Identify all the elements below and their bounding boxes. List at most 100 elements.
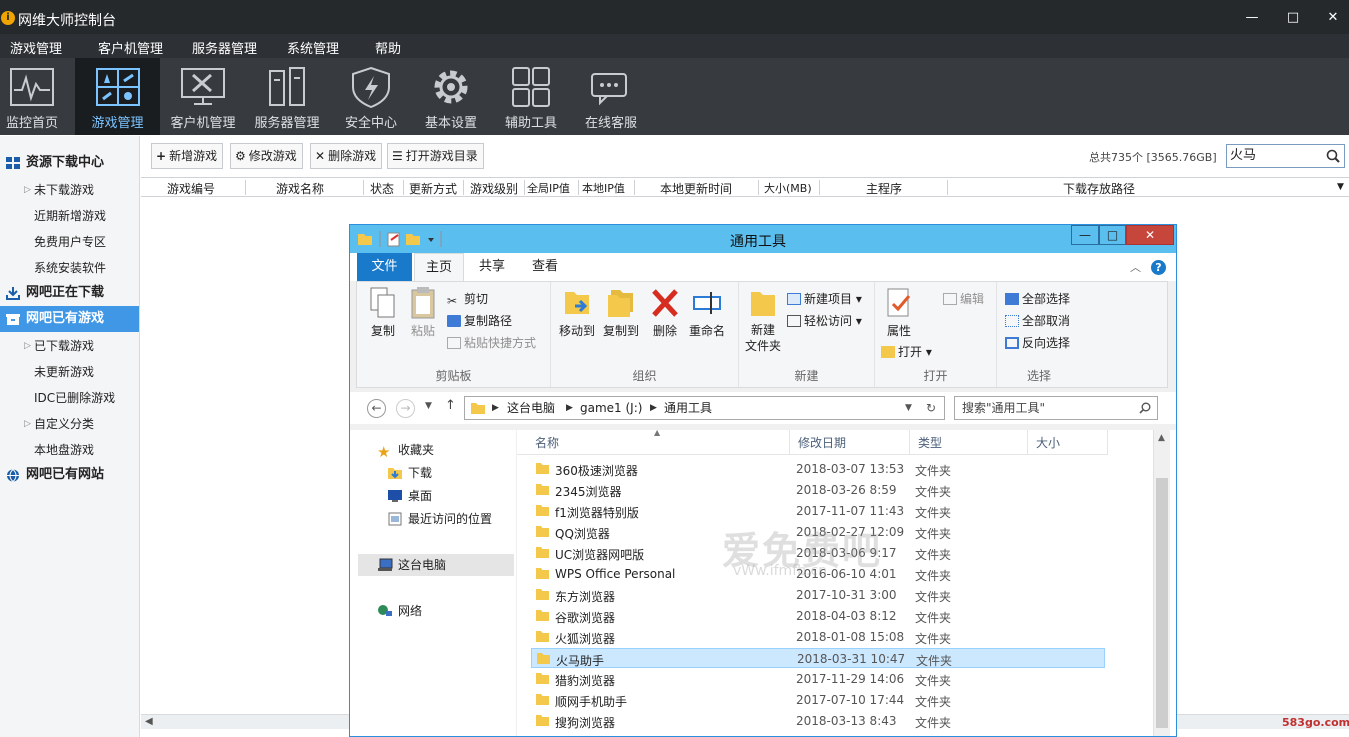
menu-help[interactable]: 帮助 (375, 38, 401, 57)
easy-access-button[interactable]: 轻松访问 ▾ (787, 312, 862, 329)
explorer-minimize-button[interactable]: — (1071, 225, 1099, 245)
file-row[interactable]: UC浏览器网吧版 2018-03-06 9:17 文件夹 (531, 543, 1105, 563)
copy-to-button[interactable]: 复制到 (599, 286, 643, 339)
col-download-path[interactable]: 下载存放路径 (1063, 180, 1135, 197)
file-row[interactable]: 2345浏览器 2018-03-26 8:59 文件夹 (531, 480, 1105, 500)
col-main-program[interactable]: 主程序 (866, 180, 902, 197)
add-game-button[interactable]: + 新增游戏 (151, 143, 224, 169)
file-row[interactable]: 搜狗浏览器 2018-03-13 8:43 文件夹 (531, 711, 1105, 731)
nav-this-pc[interactable]: 这台电脑 (358, 554, 514, 576)
toolbar-server[interactable]: 服务器管理 (247, 58, 327, 135)
chevron-right-icon[interactable]: ▶ (566, 397, 573, 419)
select-all-button[interactable]: 全部选择 (1005, 290, 1070, 307)
col-game-id[interactable]: 游戏编号 (167, 180, 215, 197)
back-button[interactable]: ← (367, 399, 386, 418)
properties-button[interactable]: 属性 (879, 286, 919, 339)
rename-button[interactable]: 重命名 (685, 286, 729, 339)
breadcrumb-this-pc[interactable]: 这台电脑 (507, 397, 555, 419)
toolbar-settings[interactable]: 基本设置 (411, 58, 491, 135)
col-update-mode[interactable]: 更新方式 (409, 180, 457, 197)
col-game-level[interactable]: 游戏级别 (470, 180, 518, 197)
maximize-button[interactable]: □ (1283, 9, 1303, 27)
explorer-maximize-button[interactable]: □ (1099, 225, 1126, 245)
sidebar-item-local-disk[interactable]: 本地盘游戏 (0, 437, 139, 463)
explorer-close-button[interactable]: ✕ (1126, 225, 1174, 245)
sidebar-item-resource-center[interactable]: 资源下载中心 (0, 150, 139, 176)
scroll-up-arrow-icon[interactable]: ▲ (1158, 433, 1165, 443)
nav-favorites[interactable]: ★ 收藏夹 (350, 439, 516, 461)
file-row[interactable]: WPS Office Personal 2016-06-10 4:01 文件夹 (531, 564, 1105, 584)
paste-button[interactable]: 粘贴 (405, 286, 441, 339)
explorer-search-input[interactable]: 搜索"通用工具" (954, 396, 1158, 420)
delete-button[interactable]: 删除 (647, 286, 683, 339)
move-to-button[interactable]: 移动到 (555, 286, 599, 339)
new-folder-button[interactable]: 新建 文件夹 (743, 286, 783, 354)
edit-button[interactable]: 编辑 (943, 290, 984, 307)
file-row[interactable]: 360极速浏览器 2018-03-07 13:53 文件夹 (531, 459, 1105, 479)
toolbar-tools[interactable]: 辅助工具 (491, 58, 571, 135)
nav-recent[interactable]: 最近访问的位置 (350, 508, 516, 530)
copy-button[interactable]: 复制 (365, 286, 401, 339)
close-button[interactable]: ✕ (1323, 9, 1343, 27)
col-global-ip[interactable]: 全局IP值 (527, 180, 570, 196)
tab-home[interactable]: 主页 (414, 253, 464, 281)
sidebar-item-not-downloaded[interactable]: ▷ 未下载游戏 (0, 177, 139, 203)
file-row[interactable]: 火马助手 2018-03-31 10:47 文件夹 (531, 648, 1105, 668)
chevron-right-icon[interactable]: ▶ (492, 397, 499, 419)
address-dropdown-icon[interactable]: ▼ (905, 397, 912, 419)
nav-network[interactable]: 网络 (350, 600, 516, 622)
tab-share[interactable]: 共享 (468, 253, 516, 281)
breadcrumb-folder[interactable]: 通用工具 (664, 397, 712, 419)
search-input[interactable]: 火马 (1226, 144, 1345, 168)
cut-button[interactable]: ✂ 剪切 (447, 290, 488, 308)
file-row[interactable]: 猎豹浏览器 2017-11-29 14:06 文件夹 (531, 669, 1105, 689)
col-date-modified[interactable]: 修改日期 (790, 430, 910, 455)
toolbar-client[interactable]: 客户机管理 (163, 58, 243, 135)
sidebar-item-existing-sites[interactable]: 网吧已有网站 (0, 462, 139, 488)
collapse-ribbon-icon[interactable]: ︿ (1130, 259, 1141, 275)
search-icon[interactable] (1326, 149, 1340, 163)
file-row[interactable]: 顺网手机助手 2017-07-10 17:44 文件夹 (531, 690, 1105, 710)
menu-server[interactable]: 服务器管理 (192, 38, 257, 57)
toolbar-monitor[interactable]: 监控首页 (0, 58, 64, 135)
col-name[interactable]: 名称 (527, 430, 790, 455)
sidebar-item-free-zone[interactable]: 免费用户专区 (0, 229, 139, 255)
open-button[interactable]: 打开 ▾ (881, 343, 932, 360)
file-row[interactable]: 火狐浏览器 2018-01-08 15:08 文件夹 (531, 627, 1105, 647)
sidebar-item-downloaded[interactable]: ▷ 已下载游戏 (0, 333, 139, 359)
col-game-name[interactable]: 游戏名称 (276, 180, 324, 197)
search-icon[interactable] (1139, 402, 1151, 414)
file-row[interactable]: 东方浏览器 2017-10-31 3:00 文件夹 (531, 585, 1105, 605)
chevron-right-icon[interactable]: ▶ (650, 397, 657, 419)
copy-path-button[interactable]: 复制路径 (447, 312, 512, 329)
col-status[interactable]: 状态 (370, 180, 394, 197)
new-item-button[interactable]: 新建项目 ▾ (787, 290, 862, 307)
help-icon[interactable]: ? (1151, 260, 1166, 275)
file-row[interactable]: QQ浏览器 2018-02-27 12:09 文件夹 (531, 522, 1105, 542)
delete-game-button[interactable]: ✕ 删除游戏 (310, 143, 383, 169)
open-game-dir-button[interactable]: ☰ 打开游戏目录 (387, 143, 484, 169)
menu-client[interactable]: 客户机管理 (98, 38, 163, 57)
breadcrumb-drive[interactable]: game1 (J:) (580, 397, 642, 419)
quick-access-toolbar[interactable] (356, 231, 446, 247)
menu-system[interactable]: 系统管理 (287, 38, 339, 57)
scroll-left-arrow-icon[interactable]: ◀ (145, 716, 153, 727)
address-bar[interactable]: ▶ 这台电脑 ▶ game1 (J:) ▶ 通用工具 ▼ ↻ (464, 396, 945, 420)
sidebar-item-system-software[interactable]: 系统安装软件 (0, 255, 139, 281)
tab-view[interactable]: 查看 (521, 253, 569, 281)
edit-game-button[interactable]: ⚙ 修改游戏 (230, 143, 303, 169)
scrollbar-thumb[interactable] (1156, 478, 1168, 728)
col-size[interactable]: 大小(MB) (764, 180, 812, 196)
sidebar-item-custom-category[interactable]: ▷ 自定义分类 (0, 411, 139, 437)
toolbar-game[interactable]: 游戏管理 (75, 58, 160, 135)
col-local-update-time[interactable]: 本地更新时间 (660, 180, 732, 197)
sidebar-item-idc-deleted[interactable]: IDC已删除游戏 (0, 385, 139, 411)
vertical-scrollbar[interactable]: ▲ (1153, 430, 1170, 736)
sidebar-item-recent-games[interactable]: 近期新增游戏 (0, 203, 139, 229)
sidebar-item-not-updated[interactable]: 未更新游戏 (0, 359, 139, 385)
nav-desktop[interactable]: 桌面 (350, 485, 516, 507)
minimize-button[interactable]: — (1242, 9, 1262, 27)
menu-game[interactable]: 游戏管理 (10, 38, 62, 57)
refresh-icon[interactable]: ↻ (926, 397, 936, 419)
file-row[interactable]: 谷歌浏览器 2018-04-03 8:12 文件夹 (531, 606, 1105, 626)
